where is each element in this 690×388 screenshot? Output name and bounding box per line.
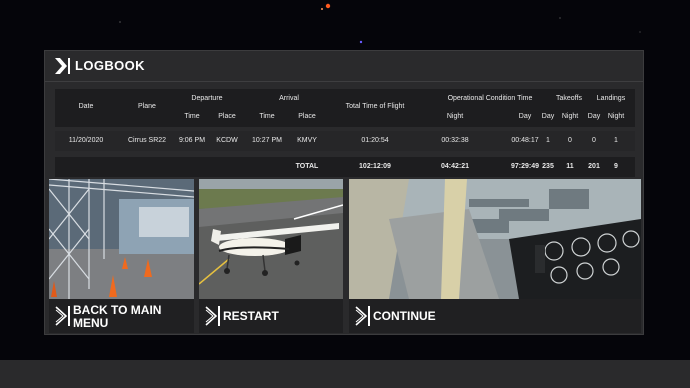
continue-label: CONTINUE: [349, 299, 641, 333]
col-dep-time: Time: [184, 113, 200, 120]
label-divider: [218, 306, 220, 326]
row-arr-place: KMVY: [297, 137, 317, 144]
bottom-bar: [0, 360, 690, 388]
logbook-title: LOGBOOK: [75, 58, 145, 73]
restart-label: RESTART: [199, 299, 343, 333]
chevron-right-icon: [205, 306, 218, 326]
total-op-night: 04:42:21: [440, 163, 470, 170]
cockpit-view-image: [349, 179, 641, 299]
col-landings: Landings: [596, 95, 626, 102]
col-dep-place: Place: [218, 113, 236, 120]
back-label-line2: MENU: [73, 316, 109, 330]
chevron-right-icon: [55, 306, 68, 326]
chevron-right-icon: [55, 58, 67, 74]
row-dep-time: 9:06 PM: [178, 137, 206, 144]
table-row: 11/20/2020 Cirrus SR22 9:06 PM KCDW 10:2…: [55, 131, 635, 151]
total-time: 102:12:09: [359, 163, 391, 170]
col-total-time: Total Time of Flight: [345, 103, 405, 110]
row-total-time: 01:20:54: [361, 137, 389, 144]
action-tiles: BACK TO MAIN MENU RESTART CONTINUE: [49, 179, 641, 333]
row-date: 11/20/2020: [68, 137, 104, 144]
continue-button[interactable]: CONTINUE: [349, 179, 641, 333]
col-arrival: Arrival: [279, 95, 299, 102]
label-divider: [68, 306, 70, 326]
logbook-header: LOGBOOK: [45, 51, 643, 82]
restart-button[interactable]: RESTART: [199, 179, 343, 333]
col-arr-time: Time: [259, 113, 275, 120]
row-arr-time: 10:27 PM: [252, 137, 282, 144]
col-landings-night: Night: [607, 113, 625, 120]
total-landings-night: 9: [614, 163, 618, 170]
table-header: Date Plane Departure Time Place Arrival …: [55, 89, 635, 127]
back-to-main-menu-button[interactable]: BACK TO MAIN MENU: [49, 179, 194, 333]
back-label-line1: BACK TO MAIN: [73, 303, 162, 317]
col-op-night: Night: [446, 113, 464, 120]
logbook-panel: LOGBOOK Date Plane Departure Time Place …: [44, 50, 644, 335]
continue-text: CONTINUE: [373, 309, 436, 323]
label-divider: [368, 306, 370, 326]
hangar-image: [49, 179, 194, 299]
col-arr-place: Place: [298, 113, 316, 120]
col-date: Date: [78, 103, 94, 110]
row-landings-night: 1: [614, 137, 618, 144]
total-label: TOTAL: [295, 163, 319, 170]
table-total-row: TOTAL 102:12:09 04:42:21 97:29:49 235 11…: [55, 157, 635, 177]
col-plane: Plane: [138, 103, 156, 110]
row-op-night: 00:32:38: [441, 137, 469, 144]
row-dep-place: KCDW: [216, 137, 238, 144]
restart-text: RESTART: [223, 309, 279, 323]
col-departure: Departure: [191, 95, 223, 102]
row-plane: Cirrus SR22: [127, 137, 167, 144]
back-to-main-menu-label: BACK TO MAIN MENU: [49, 299, 194, 333]
header-divider: [68, 58, 70, 74]
chevron-right-icon: [355, 306, 368, 326]
plane-on-runway-image: [199, 179, 343, 299]
